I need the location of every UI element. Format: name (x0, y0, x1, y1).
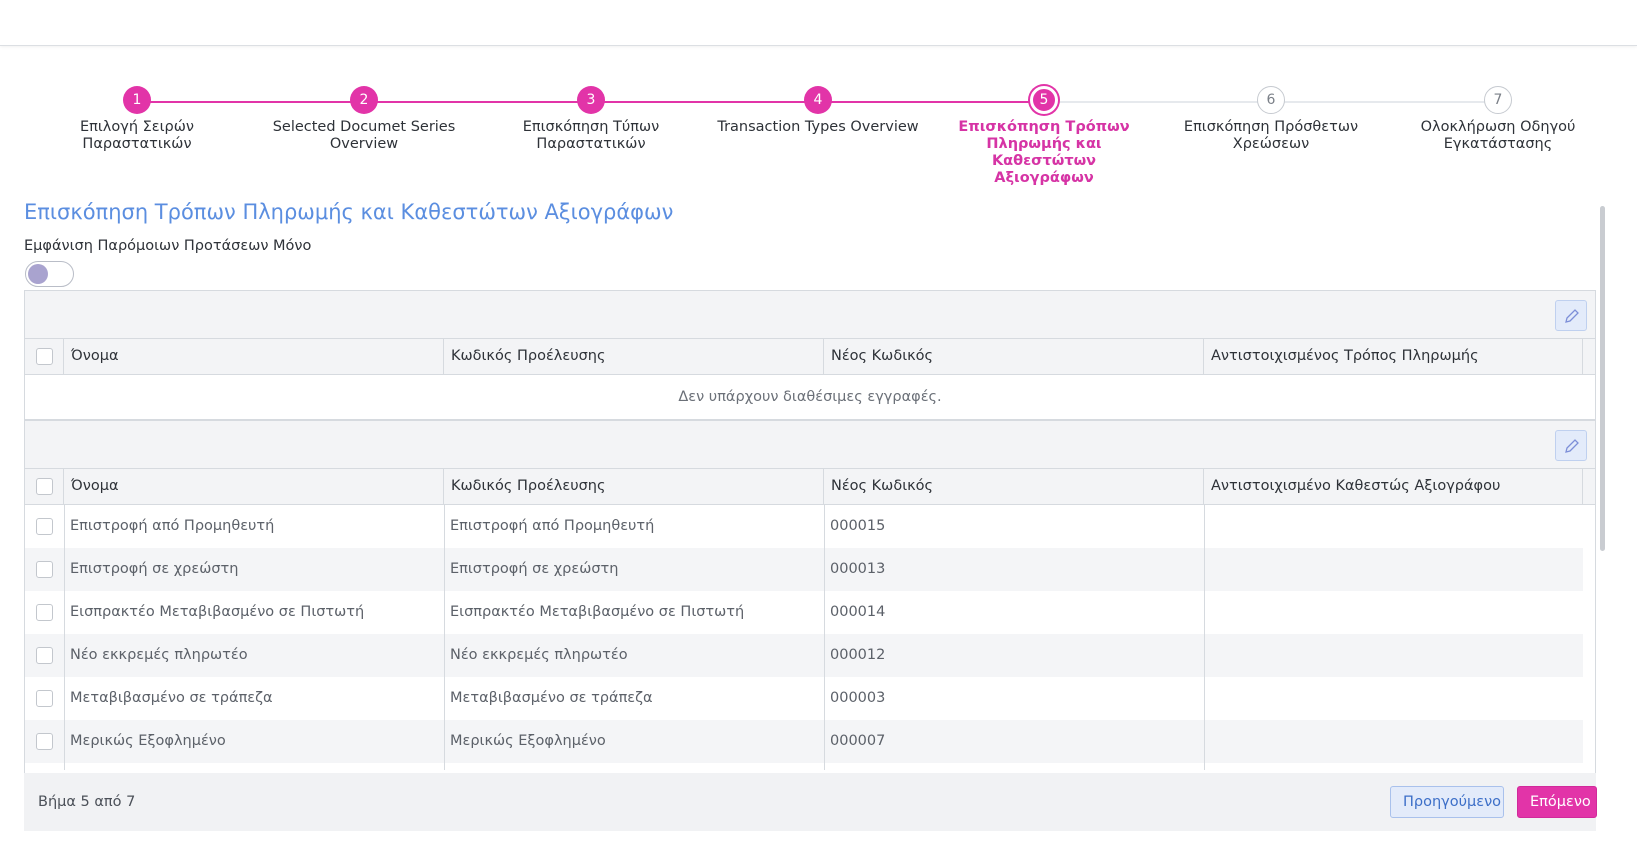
step-5-label: Επισκόπηση Τρόπων Πληρωμής και Καθεστώτω… (958, 119, 1130, 186)
step-3-label: Επισκόπηση Τύπων Παραστατικών (522, 119, 660, 152)
step-indicator: Βήμα 5 από 7 (38, 794, 136, 810)
cell-source-code: Εισπρακτέο Μεταβιβασμένο σε Πιστωτή (450, 604, 745, 620)
similar-suggestions-toggle[interactable] (25, 261, 74, 287)
cell-name: Μεταβιβασμένο σε τράπεζα (70, 690, 273, 706)
row-checkbox[interactable] (36, 647, 53, 664)
row-checkbox[interactable] (36, 690, 53, 707)
cell-mapped-status[interactable] (1204, 720, 1583, 763)
page-title: Επισκόπηση Τρόπων Πληρωμής και Καθεστώτω… (24, 200, 674, 224)
cell-new-code: 000013 (830, 561, 886, 577)
cheque-statuses-header: Όνομα Κωδικός Προέλευσης Νέος Κωδικός Αν… (25, 469, 1595, 505)
column-header-source-code[interactable]: Κωδικός Προέλευσης (444, 339, 824, 374)
step-1[interactable]: 1 Επιλογή Σειρών Παραστατικών (24, 86, 250, 153)
column-divider (64, 505, 65, 770)
select-all-cell (25, 339, 64, 374)
row-checkbox[interactable] (36, 518, 53, 535)
cheque-statuses-edit-button[interactable] (1555, 430, 1587, 461)
table-row[interactable]: Επιστροφή σε χρεώστη Επιστροφή σε χρεώστ… (25, 548, 1583, 591)
step-1-label: Επιλογή Σειρών Παραστατικών (80, 119, 194, 152)
cheque-statuses-toolbar (25, 421, 1595, 469)
step-2-number: 2 (350, 86, 378, 114)
wizard-stepper: 1 Επιλογή Σειρών Παραστατικών 2 Selected… (0, 86, 1637, 186)
payment-methods-panel: Όνομα Κωδικός Προέλευσης Νέος Κωδικός Αν… (24, 290, 1596, 420)
step-3[interactable]: 3 Επισκόπηση Τύπων Παραστατικών (478, 86, 704, 153)
empty-records-message: Δεν υπάρχουν διαθέσιμες εγγραφές. (678, 389, 942, 405)
wizard-footer: Βήμα 5 από 7 Προηγούμενο Επόμενο (24, 773, 1597, 831)
cheque-statuses-panel: Όνομα Κωδικός Προέλευσης Νέος Κωδικός Αν… (24, 420, 1596, 773)
cell-new-code: 000015 (830, 518, 886, 534)
step-1-number: 1 (123, 86, 151, 114)
cell-source-code: Επιστροφή από Προμηθευτή (450, 518, 655, 534)
step-6-label: Επισκόπηση Πρόσθετων Χρεώσεων (1183, 119, 1359, 152)
cell-source-code: Επιστροφή σε χρεώστη (450, 561, 619, 577)
column-divider (824, 505, 825, 770)
step-2[interactable]: 2 Selected Documet Series Overview (251, 86, 477, 153)
cell-source-code: Μεταβιβασμένο σε τράπεζα (450, 690, 653, 706)
content-scrollbar[interactable] (1600, 206, 1605, 551)
step-3-number: 3 (577, 86, 605, 114)
cell-mapped-status[interactable] (1204, 634, 1583, 677)
select-all-checkbox[interactable] (36, 348, 53, 365)
cell-name: Επιστροφή σε χρεώστη (70, 561, 239, 577)
cell-new-code: 000003 (830, 690, 886, 706)
step-5-number: 5 (1030, 86, 1058, 114)
step-5[interactable]: 5 Επισκόπηση Τρόπων Πληρωμής και Καθεστώ… (931, 86, 1157, 187)
cell-name: Νέο εκκρεμές πληρωτέο (70, 647, 248, 663)
cell-new-code: 000007 (830, 733, 886, 749)
select-all-checkbox[interactable] (36, 478, 53, 495)
cell-source-code: Μερικώς Εξοφλημένο (450, 733, 606, 749)
column-divider (444, 505, 445, 770)
cell-new-code: 000012 (830, 647, 886, 663)
step-2-label: Selected Documet Series Overview (272, 119, 456, 152)
table-row[interactable]: Μεταβιβασμένο σε τράπεζα Μεταβιβασμένο σ… (25, 677, 1583, 720)
top-bar (0, 0, 1637, 46)
column-header-mapped-payment-method[interactable]: Αντιστοιχισμένος Τρόπος Πληρωμής (1204, 339, 1583, 374)
cell-name: Επιστροφή από Προμηθευτή (70, 518, 275, 534)
column-header-name[interactable]: Όνομα (64, 339, 444, 374)
column-header-new-code[interactable]: Νέος Κωδικός (824, 339, 1204, 374)
row-checkbox[interactable] (36, 561, 53, 578)
cell-mapped-status[interactable] (1204, 505, 1583, 548)
cell-mapped-status[interactable] (1204, 591, 1583, 634)
payment-methods-toolbar (25, 291, 1595, 339)
step-6-number: 6 (1257, 86, 1285, 114)
pencil-icon (1565, 439, 1579, 453)
previous-button[interactable]: Προηγούμενο (1390, 786, 1504, 818)
payment-methods-header: Όνομα Κωδικός Προέλευσης Νέος Κωδικός Αν… (25, 339, 1595, 375)
column-divider (1204, 505, 1205, 770)
pencil-icon (1565, 309, 1579, 323)
cell-new-code: 000014 (830, 604, 886, 620)
step-4-label: Transaction Types Overview (717, 119, 919, 135)
table-row[interactable]: Επιστροφή από Προμηθευτή Επιστροφή από Π… (25, 505, 1583, 548)
column-header-name[interactable]: Όνομα (64, 469, 444, 504)
cell-mapped-status[interactable] (1204, 548, 1583, 591)
table-row[interactable]: Νέο εκκρεμές πληρωτέο Νέο εκκρεμές πληρω… (25, 634, 1583, 677)
column-header-source-code[interactable]: Κωδικός Προέλευσης (444, 469, 824, 504)
column-header-new-code[interactable]: Νέος Κωδικός (824, 469, 1204, 504)
step-7[interactable]: 7 Ολοκλήρωση Οδηγού Εγκατάστασης (1385, 86, 1611, 153)
step-4[interactable]: 4 Transaction Types Overview (705, 86, 931, 136)
cheque-statuses-body: Επιστροφή από Προμηθευτή Επιστροφή από Π… (25, 505, 1595, 770)
step-7-label: Ολοκλήρωση Οδηγού Εγκατάστασης (1420, 119, 1576, 152)
similar-suggestions-toggle-label: Εμφάνιση Παρόμοιων Προτάσεων Μόνο (24, 238, 312, 254)
step-6[interactable]: 6 Επισκόπηση Πρόσθετων Χρεώσεων (1158, 86, 1384, 153)
row-checkbox[interactable] (36, 733, 53, 750)
toggle-knob (28, 264, 48, 284)
cell-name: Εισπρακτέο Μεταβιβασμένο σε Πιστωτή (70, 604, 365, 620)
cell-source-code: Νέο εκκρεμές πληρωτέο (450, 647, 628, 663)
payment-methods-edit-button[interactable] (1555, 300, 1587, 331)
table-row[interactable]: Μερικώς Εξοφλημένο Μερικώς Εξοφλημένο 00… (25, 720, 1583, 763)
column-header-mapped-cheque-status[interactable]: Αντιστοιχισμένο Καθεστώς Αξιογράφου (1204, 469, 1583, 504)
row-checkbox[interactable] (36, 604, 53, 621)
next-button[interactable]: Επόμενο (1517, 786, 1597, 818)
select-all-cell (25, 469, 64, 504)
step-7-number: 7 (1484, 86, 1512, 114)
table-row[interactable]: Εισπρακτέο Μεταβιβασμένο σε Πιστωτή Εισπ… (25, 591, 1583, 634)
step-4-number: 4 (804, 86, 832, 114)
cell-name: Μερικώς Εξοφλημένο (70, 733, 226, 749)
cell-mapped-status[interactable] (1204, 677, 1583, 720)
